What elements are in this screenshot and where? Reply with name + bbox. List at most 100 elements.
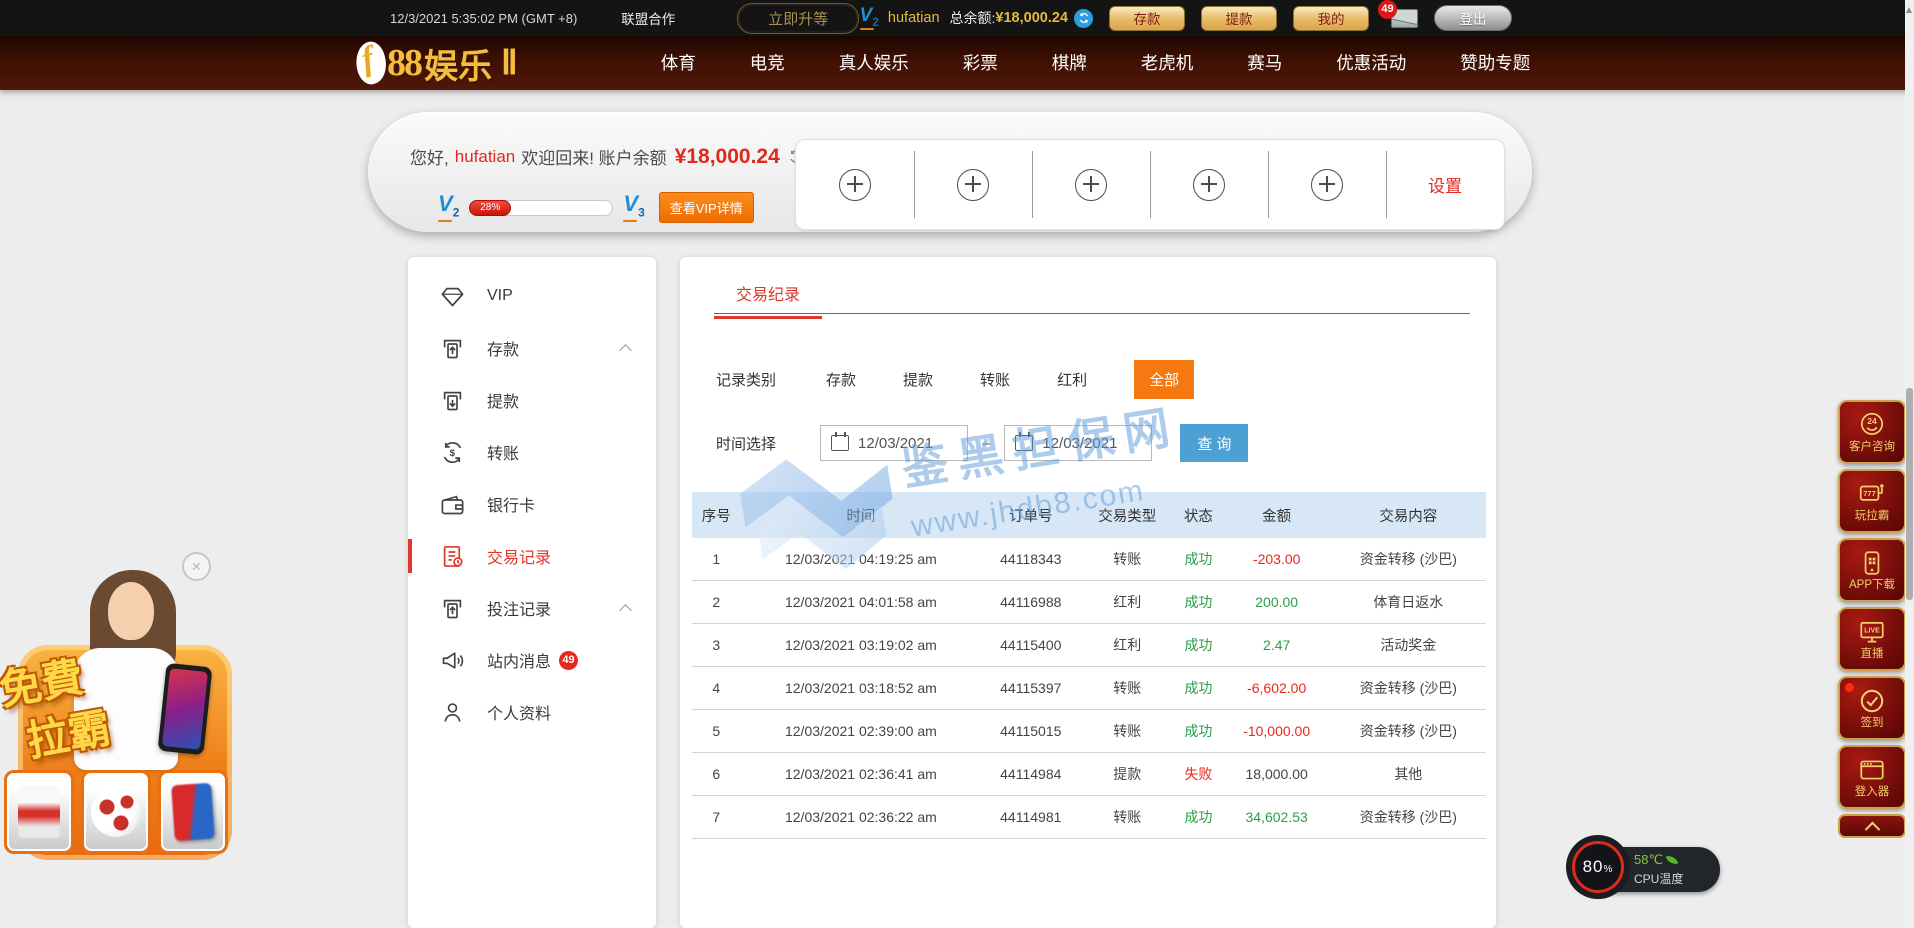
deposit-icon: [439, 335, 466, 362]
add-shortcut-button[interactable]: [1032, 140, 1150, 229]
alliance-link[interactable]: 联盟合作: [621, 8, 675, 28]
welcome-strip: 您好, hufatian 欢迎回来! 账户余额 ¥18,000.24 V2 28…: [368, 112, 1532, 232]
search-button[interactable]: 查 询: [1180, 424, 1248, 462]
plus-circle-icon: [839, 169, 871, 201]
messages-button[interactable]: 49: [1391, 9, 1418, 28]
withdraw-button[interactable]: 提款: [1201, 6, 1277, 31]
float-button-6[interactable]: 登入器: [1838, 745, 1906, 809]
settings-cell[interactable]: 设置: [1386, 140, 1504, 229]
scrollbar[interactable]: [1905, 0, 1914, 928]
nav-item-8[interactable]: 优惠活动: [1309, 36, 1433, 90]
balance-label: 总余额:: [950, 8, 996, 28]
svg-text:LIVE: LIVE: [1864, 628, 1880, 635]
cell-order_no: 44115015: [981, 710, 1080, 753]
table-row: 312/03/2021 03:19:02 am44115400红利成功2.47活…: [692, 624, 1486, 667]
add-shortcut-button[interactable]: [1150, 140, 1268, 229]
sidebar-item-3[interactable]: 提款: [408, 374, 656, 426]
cell-content: 活动奖金: [1331, 624, 1486, 667]
nav-item-6[interactable]: 老虎机: [1114, 36, 1221, 90]
float-button-label: 登入器: [1855, 787, 1890, 799]
date-from-value: 12/03/2021: [858, 435, 933, 452]
tab-transaction-records[interactable]: 交易纪录: [714, 281, 822, 317]
cell-time: 12/03/2021 03:19:02 am: [741, 624, 982, 667]
unread-badge: 49: [559, 651, 578, 670]
float-button-3[interactable]: APP下载: [1838, 538, 1906, 602]
transaction-record-icon: [439, 543, 466, 570]
date-label: 时间选择: [716, 433, 776, 454]
cell-order_no: 44115400: [981, 624, 1080, 667]
float-button-1[interactable]: 24客户咨询: [1838, 400, 1906, 464]
cell-status: 失败: [1174, 753, 1223, 796]
scrollbar-thumb[interactable]: [1906, 388, 1913, 600]
cell-order_no: 44115397: [981, 667, 1080, 710]
upgrade-button[interactable]: 立即升等: [737, 3, 859, 34]
sidebar-item-9[interactable]: 个人资料: [408, 686, 656, 738]
cell-seq: 7: [692, 796, 741, 839]
sidebar-item-7[interactable]: 投注记录: [408, 582, 656, 634]
nav-item-3[interactable]: 真人娱乐: [812, 36, 936, 90]
sidebar-item-6[interactable]: 交易记录: [408, 530, 656, 582]
filter-2[interactable]: 提款: [903, 369, 933, 390]
float-button-4[interactable]: LIVE直播: [1838, 607, 1906, 671]
football-icon: [91, 787, 141, 837]
cell-type: 红利: [1080, 624, 1174, 667]
date-to-input[interactable]: 12/03/2021: [1004, 425, 1152, 461]
topbar-account-area: V2 hufatian 总余额: ¥18,000.24 存款 提款 我的 49 …: [860, 5, 1512, 31]
scroll-up-arrow-icon[interactable]: [1906, 7, 1912, 13]
nav-item-2[interactable]: 电竞: [723, 36, 812, 90]
promo-graphic[interactable]: 免費 拉霸: [10, 570, 240, 886]
nav-item-1[interactable]: 体育: [634, 36, 723, 90]
cell-content: 资金转移 (沙巴): [1331, 538, 1486, 581]
add-shortcut-button[interactable]: [796, 140, 914, 229]
greeting-prefix: 您好,: [410, 144, 449, 169]
category-filter-row: 记录类别 存款 提款 转账 红利 全部: [716, 360, 1496, 399]
sidebar-item-5[interactable]: 银行卡: [408, 478, 656, 530]
sidebar-item-8[interactable]: 站内消息49: [408, 634, 656, 686]
sidebar-item-4[interactable]: $转账: [408, 426, 656, 478]
nav-item-7[interactable]: 赛马: [1220, 36, 1309, 90]
settings-label[interactable]: 设置: [1428, 172, 1462, 197]
floating-menu: 24客户咨询777玩拉霸APP下载LIVE直播签到登入器: [1838, 400, 1906, 838]
greeting-balance: ¥18,000.24: [675, 145, 780, 169]
float-button-2[interactable]: 777玩拉霸: [1838, 469, 1906, 533]
refresh-balance-icon[interactable]: [1074, 9, 1093, 28]
nav-item-5[interactable]: 棋牌: [1025, 36, 1114, 90]
cell-time: 12/03/2021 02:36:41 am: [741, 753, 982, 796]
sidebar-item-1[interactable]: VIP: [408, 270, 656, 322]
nav-item-9[interactable]: 赞助专题: [1433, 36, 1557, 90]
table-row: 212/03/2021 04:01:58 am44116988红利成功200.0…: [692, 581, 1486, 624]
sidebar-item-2[interactable]: 存款: [408, 322, 656, 374]
prize-jersey-box: [4, 770, 74, 854]
filter-3[interactable]: 转账: [980, 369, 1010, 390]
column-header: 序号: [692, 492, 741, 538]
transfer-icon: $: [439, 439, 466, 466]
cell-type: 红利: [1080, 581, 1174, 624]
topbar: 12/3/2021 5:35:02 PM (GMT +8) 联盟合作 立即升等 …: [0, 0, 1914, 36]
category-label: 记录类别: [716, 369, 776, 390]
filter-1[interactable]: 存款: [826, 369, 856, 390]
svg-text:24: 24: [1867, 416, 1877, 426]
withdraw-icon: [439, 387, 466, 414]
chevron-up-icon: [619, 344, 632, 357]
date-from-input[interactable]: 12/03/2021: [820, 425, 968, 461]
nav-item-4[interactable]: 彩票: [936, 36, 1025, 90]
nav-menu: 体育电竞真人娱乐彩票棋牌老虎机赛马优惠活动赞助专题: [634, 36, 1558, 90]
mine-button[interactable]: 我的: [1293, 6, 1369, 31]
float-button-5[interactable]: 签到: [1838, 676, 1906, 740]
cell-seq: 1: [692, 538, 741, 581]
float-button-label: 玩拉霸: [1855, 511, 1890, 523]
cell-status: 成功: [1174, 581, 1223, 624]
sidebar: VIP 存款提款$转账银行卡交易记录投注记录站内消息49个人资料: [408, 257, 656, 928]
site-logo[interactable]: 88 娱乐 Ⅱ: [356, 39, 518, 88]
cell-content: 体育日返水: [1331, 581, 1486, 624]
deposit-button[interactable]: 存款: [1109, 6, 1185, 31]
logout-button[interactable]: 登出: [1434, 5, 1512, 31]
filter-4[interactable]: 红利: [1057, 369, 1087, 390]
vip-detail-button[interactable]: 查看VIP详情: [659, 192, 754, 223]
add-shortcut-button[interactable]: [1268, 140, 1386, 229]
collapse-menu-button[interactable]: [1838, 814, 1906, 838]
add-shortcut-button[interactable]: [914, 140, 1032, 229]
filter-all-active[interactable]: 全部: [1134, 360, 1194, 399]
sidebar-item-label: 存款: [487, 336, 519, 360]
plus-circle-icon: [1075, 169, 1107, 201]
